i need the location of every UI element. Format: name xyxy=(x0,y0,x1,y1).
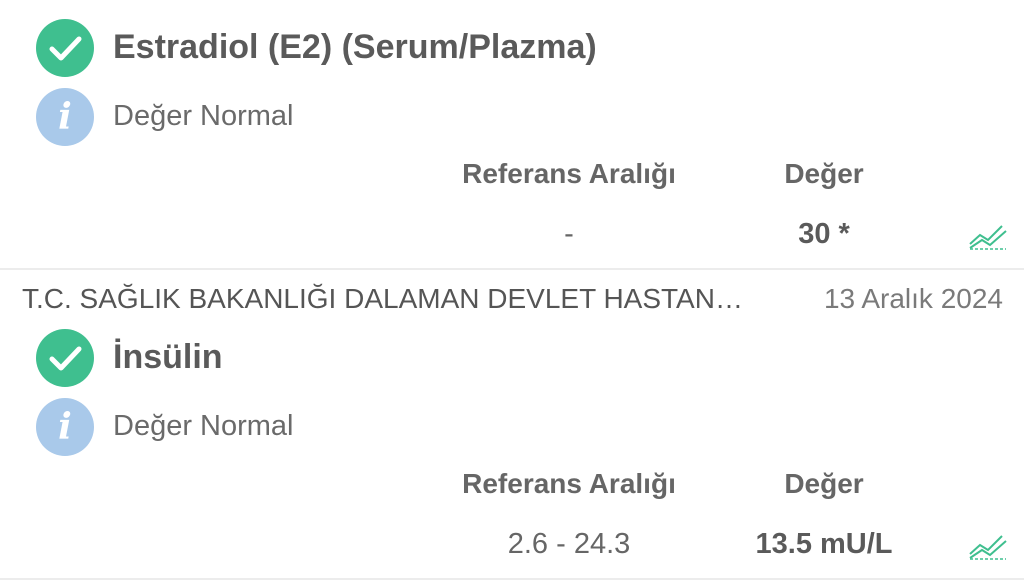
value-header: Değer xyxy=(784,158,864,189)
trend-chart-icon[interactable] xyxy=(968,220,1008,250)
report-date: 13 Aralık 2024 xyxy=(823,283,1003,314)
trend-chart-icon[interactable] xyxy=(968,530,1008,560)
reference-range-header: Referans Aralığı xyxy=(462,158,676,189)
hospital-name: T.C. SAĞLIK BAKANLIĞI DALAMAN DEVLET HAS… xyxy=(22,283,743,314)
reference-range-header: Referans Aralığı xyxy=(462,468,676,499)
divider-line xyxy=(0,268,1024,270)
result-value: 13.5 mU/L xyxy=(755,528,893,560)
status-text: Değer Normal xyxy=(113,410,294,442)
reference-range-value: - xyxy=(564,218,574,250)
divider-line xyxy=(0,578,1024,580)
status-text: Değer Normal xyxy=(113,100,294,132)
info-icon[interactable]: i xyxy=(36,398,94,456)
test-name: Estradiol (E2) (Serum/Plazma) xyxy=(113,28,597,66)
result-value: 30 * xyxy=(798,218,850,250)
test-name: İnsülin xyxy=(113,338,223,376)
reference-range-value: 2.6 - 24.3 xyxy=(507,528,631,560)
value-header: Değer xyxy=(784,468,864,499)
check-circle-icon xyxy=(36,329,94,387)
info-icon[interactable]: i xyxy=(36,88,94,146)
check-circle-icon xyxy=(36,19,94,77)
